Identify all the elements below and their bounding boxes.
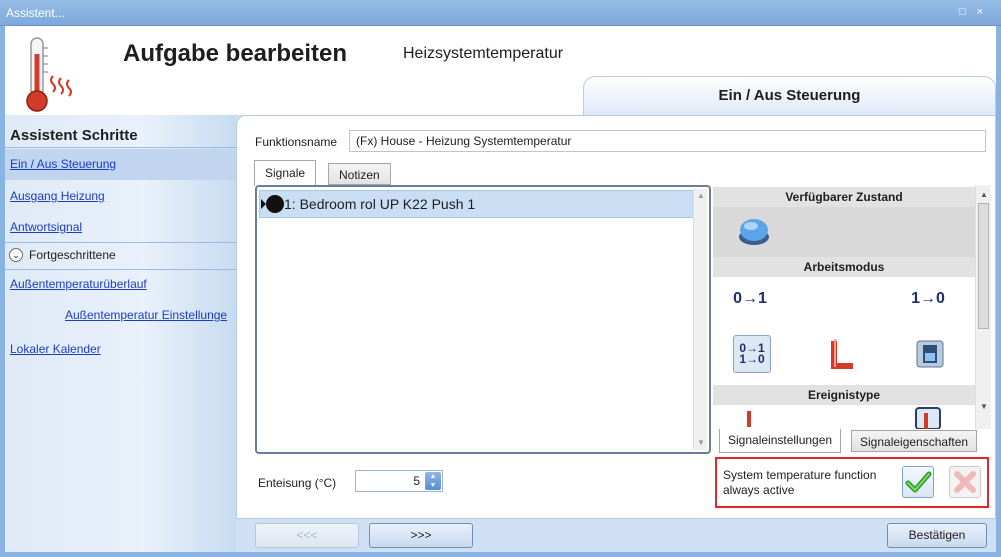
chevron-down-icon[interactable]: ⌄	[9, 248, 23, 262]
event-type-icon[interactable]	[731, 407, 769, 429]
spinner-arrows-icon[interactable]: ▲ ▼	[425, 472, 441, 490]
enteisung-label: Enteisung (°C)	[258, 476, 337, 490]
wizard-sidebar: Assistent Schritte Ein / Aus Steuerung A…	[5, 115, 236, 552]
thermometer-icon	[26, 37, 72, 112]
sidebar-item-ausgang-heizung[interactable]: Ausgang Heizung	[5, 181, 236, 212]
panel-scrollbar[interactable]: ▲ ▼	[975, 185, 991, 429]
tab-notizen[interactable]: Notizen	[328, 163, 391, 185]
blue-button-state-icon[interactable]	[735, 213, 773, 251]
sidebar-item-antwortsignal[interactable]: Antwortsignal	[5, 212, 236, 243]
next-button[interactable]: >>>	[369, 523, 473, 548]
signal-label: 1: Bedroom rol UP K22 Push 1	[284, 196, 476, 212]
device-monitor-icon[interactable]	[911, 335, 949, 373]
mode-0-to-1-icon[interactable]: 0→1	[731, 280, 769, 318]
sidebar-group-fortgeschrittene[interactable]: ⌄ Fortgeschrittene	[5, 243, 236, 268]
cancel-cross-button[interactable]	[949, 466, 981, 498]
window-controls[interactable]: □ ×	[959, 6, 987, 18]
scroll-down-icon[interactable]: ▼	[694, 436, 708, 450]
current-step-tab: Ein / Aus Steuerung	[583, 76, 996, 115]
enteisung-stepper[interactable]: 5 ▲ ▼	[355, 470, 443, 492]
scroll-down-icon[interactable]: ▼	[976, 399, 991, 415]
cross-icon	[954, 471, 976, 493]
page-title: Aufgabe bearbeiten	[123, 40, 348, 67]
confirm-check-button[interactable]	[902, 466, 934, 498]
sidebar-group-label: Fortgeschrittene	[29, 248, 116, 262]
signal-list-item[interactable]: 1: Bedroom rol UP K22 Push 1	[259, 190, 695, 218]
system-temp-always-active-box: System temperature function always activ…	[715, 457, 989, 508]
sidebar-subitem-aussentemperatur-einstellungen[interactable]: Außentemperatur Einstellunge	[65, 308, 227, 322]
signal-settings-panel: Verfügbarer Zustand Arbeitsmodus 0→1 1→0…	[713, 185, 991, 429]
sidebar-item-ein-aus-steuerung[interactable]: Ein / Aus Steuerung	[5, 149, 236, 180]
function-name-label: Funktionsname	[255, 135, 338, 149]
wizard-header: Aufgabe bearbeiten Heizsystemtemperatur …	[5, 26, 996, 115]
section-header-arbeitsmodus: Arbeitsmodus	[713, 257, 975, 277]
mode-toggle-icon[interactable]: 0→1 1→0	[733, 335, 771, 373]
system-temp-text: System temperature function always activ…	[723, 468, 877, 497]
page-subtitle: Heizsystemtemperatur	[403, 45, 564, 62]
divider	[5, 147, 236, 148]
sidebar-item-aussentemperaturueberlauf[interactable]: Außentemperaturüberlauf	[5, 269, 236, 300]
section-header-ereignistype: Ereignistype	[713, 385, 975, 405]
section-header-verfuegbarer-zustand: Verfügbarer Zustand	[713, 187, 975, 207]
event-type-selected-icon[interactable]	[909, 407, 947, 429]
checkmark-icon	[905, 471, 932, 493]
push-button-icon	[266, 195, 284, 213]
back-button[interactable]: <<<	[255, 523, 359, 548]
signal-list[interactable]: 1: Bedroom rol UP K22 Push 1 ▲ ▼	[255, 185, 711, 454]
confirm-button[interactable]: Bestätigen	[887, 523, 987, 548]
signal-list-scrollbar[interactable]: ▲ ▼	[693, 189, 707, 450]
scroll-up-icon[interactable]: ▲	[694, 189, 708, 203]
scroll-thumb[interactable]	[978, 203, 989, 329]
sidebar-item-lokaler-kalender[interactable]: Lokaler Kalender	[5, 334, 236, 365]
tab-signaleigenschaften[interactable]: Signaleigenschaften	[851, 430, 978, 452]
sidebar-heading: Assistent Schritte	[10, 127, 138, 144]
scroll-up-icon[interactable]: ▲	[976, 187, 991, 203]
function-name-input[interactable]: (Fx) House - Heizung Systemtemperatur	[349, 130, 986, 152]
timer-pulse-icon[interactable]	[823, 335, 861, 373]
tab-signaleinstellungen[interactable]: Signaleinstellungen	[719, 429, 842, 453]
mode-1-to-0-icon[interactable]: 1→0	[909, 280, 947, 318]
tab-signale[interactable]: Signale	[254, 160, 317, 186]
window-title: Assistent...	[6, 6, 65, 20]
enteisung-value: 5	[413, 474, 420, 488]
window-titlebar: Assistent... □ ×	[0, 0, 1001, 26]
